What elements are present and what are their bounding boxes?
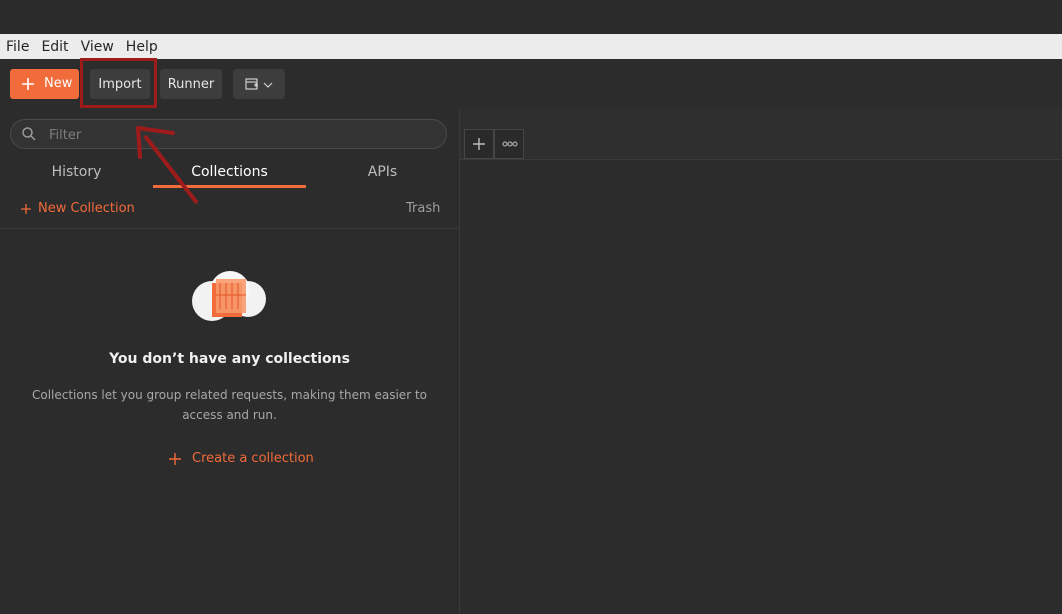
request-tabstrip <box>460 109 1062 160</box>
active-tab-underline <box>153 185 306 188</box>
empty-state-description: Collections let you group related reques… <box>31 388 427 422</box>
new-window-icon <box>245 78 258 90</box>
window-titlebar <box>0 0 1062 34</box>
sidebar: History Collections APIs New Collection … <box>0 109 460 614</box>
main-panel <box>460 109 1062 614</box>
create-collection-label: Create a collection <box>192 451 314 466</box>
new-collection-button[interactable]: New Collection <box>20 201 135 216</box>
new-collection-label: New Collection <box>38 201 135 216</box>
new-button-label: New <box>44 76 73 91</box>
plus-icon <box>22 78 34 90</box>
menu-file[interactable]: File <box>0 39 35 55</box>
toolbar: New Import Runner <box>0 59 1062 109</box>
runner-button[interactable]: Runner <box>160 69 222 99</box>
collection-illustration <box>192 271 266 321</box>
chevron-down-icon <box>263 82 273 88</box>
search-icon <box>22 127 36 141</box>
sidebar-divider <box>0 228 459 229</box>
tab-apis[interactable]: APIs <box>306 161 459 191</box>
tab-history[interactable]: History <box>0 161 153 191</box>
plus-icon <box>473 138 485 150</box>
menu-view[interactable]: View <box>75 39 120 55</box>
import-button[interactable]: Import <box>90 69 150 99</box>
filter-input[interactable] <box>47 124 431 146</box>
empty-state-title: You don’t have any collections <box>109 351 350 367</box>
new-window-dropdown[interactable] <box>233 69 285 99</box>
create-collection-link[interactable]: Create a collection <box>168 451 314 466</box>
trash-link[interactable]: Trash <box>406 201 440 216</box>
filter-box[interactable] <box>10 119 447 149</box>
plus-icon <box>21 203 31 214</box>
add-tab-button[interactable] <box>464 129 494 159</box>
menu-help[interactable]: Help <box>120 39 164 55</box>
tab-options-button[interactable] <box>494 129 524 159</box>
menu-edit[interactable]: Edit <box>35 39 74 55</box>
more-icon <box>502 141 518 147</box>
plus-icon <box>169 452 181 465</box>
menu-bar: File Edit View Help <box>0 34 1062 59</box>
new-button[interactable]: New <box>10 69 79 99</box>
